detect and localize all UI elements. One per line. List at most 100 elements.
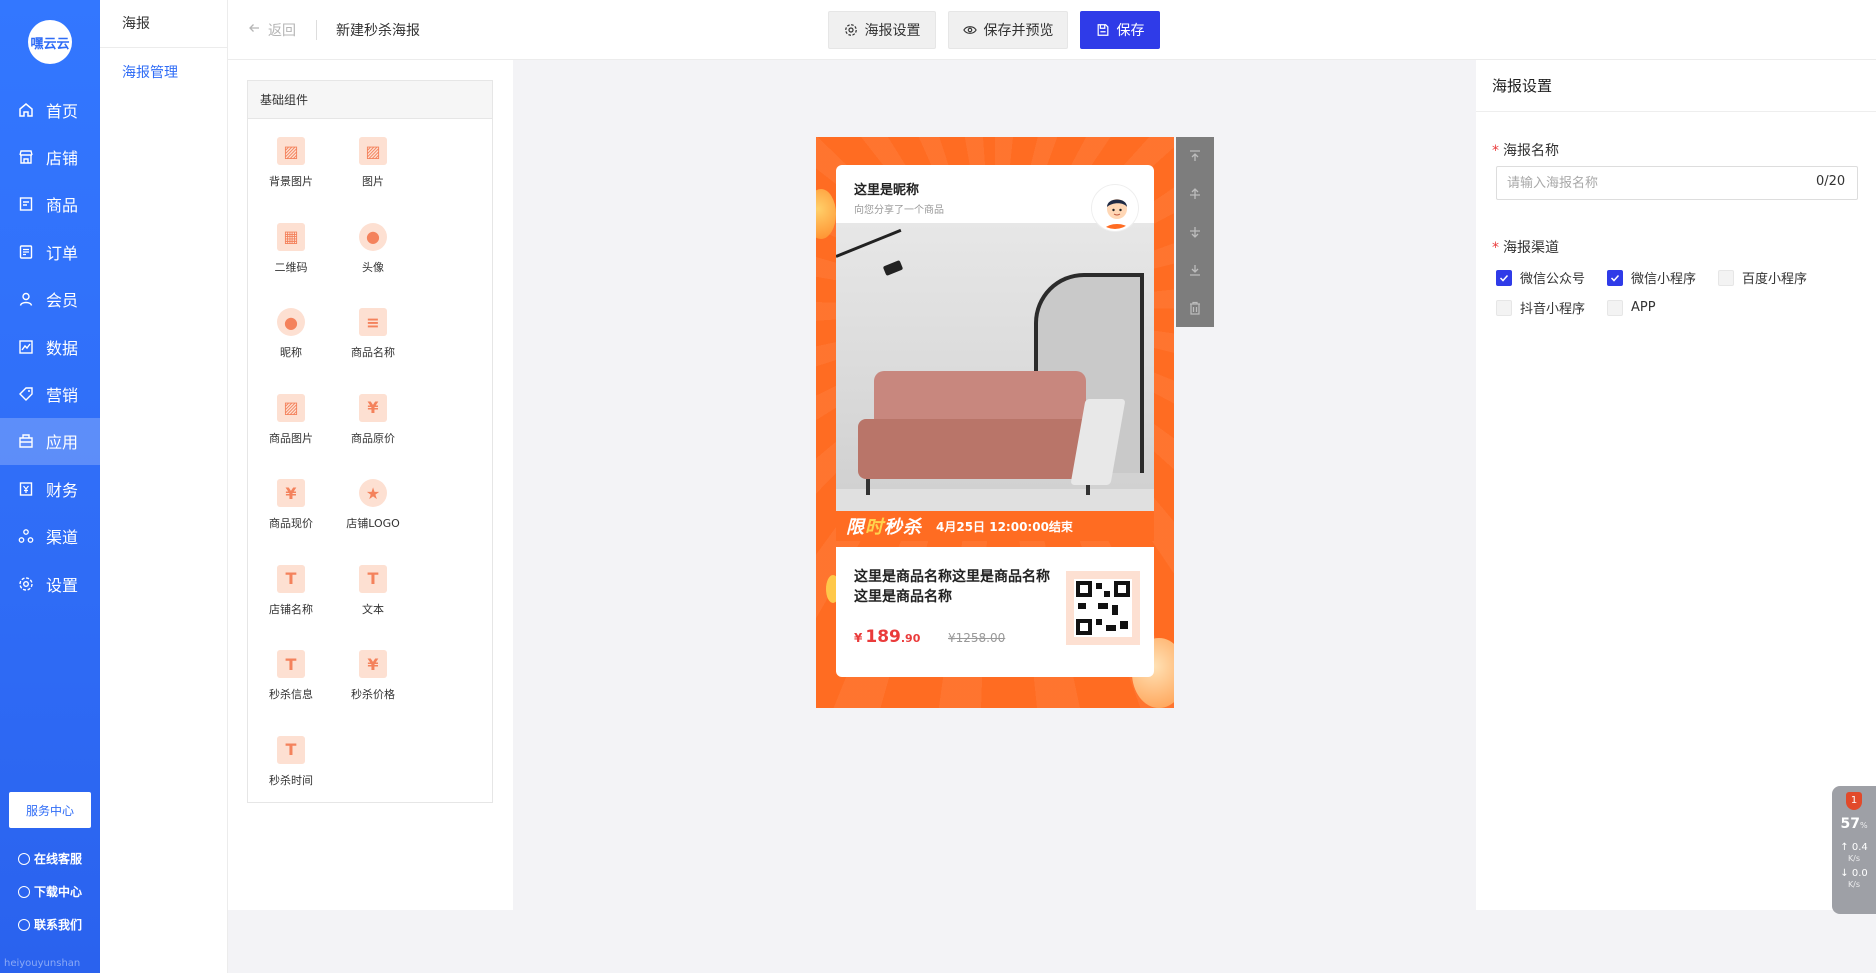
poster-name-input[interactable] [1496, 166, 1858, 200]
component-item[interactable]: ▦ 二维码 [250, 222, 332, 309]
component-item[interactable]: ▨ 商品图片 [250, 393, 332, 480]
component-item[interactable]: T 秒杀时间 [250, 735, 332, 822]
component-icon: ● [277, 308, 305, 336]
cpu-percent: 57% [1840, 816, 1868, 832]
subnav-item-poster-manage[interactable]: 海报管理 [100, 48, 227, 98]
poster-nickname[interactable]: 这里是昵称 [854, 179, 919, 198]
component-area: 基础组件 ▨ 背景图片 ▨ 图片 ▦ 二维码 ● 头像 ● 昵称 ≡ 商品名称 ▨ 商品图片 ¥ 商品原价 ¥ 商… [228, 60, 513, 910]
nav-item-member[interactable]: 会员 [0, 276, 100, 323]
lamp-illustration [836, 228, 902, 258]
component-item[interactable]: T 秒杀信息 [250, 650, 332, 736]
nav-item-finance[interactable]: 财务 [0, 465, 100, 512]
brand-logo[interactable]: 嘿云云 [28, 20, 72, 64]
nav-item-label: 订单 [46, 243, 79, 263]
poster-qrcode[interactable] [1066, 571, 1140, 645]
download-center-link[interactable]: 下载中心 [18, 875, 82, 908]
poster-goods-name[interactable]: 这里是商品名称这里是商品名称这里是商品名称 [854, 567, 1058, 607]
main-sidebar: 嘿云云 首页 店铺 商品 订单 会员 数据 营销 应用 财务 渠道 设置 服务中… [0, 0, 100, 973]
component-label: 图片 [362, 175, 384, 188]
button-label: 海报设置 [864, 23, 921, 39]
sofa-seat [858, 419, 1100, 479]
floor [836, 489, 1154, 511]
channel-label: 抖音小程序 [1520, 302, 1586, 317]
checkbox-unchecked-icon [1496, 299, 1512, 316]
online-service-link[interactable]: 在线客服 [18, 842, 82, 875]
component-item[interactable]: ★ 店铺LOGO [332, 479, 414, 565]
component-item[interactable]: ● 头像 [332, 222, 414, 309]
poster-settings-button[interactable]: 海报设置 [828, 11, 936, 49]
poster-flash-price[interactable]: ¥ 189 .90 [854, 627, 920, 647]
nav-item-channel[interactable]: 渠道 [0, 513, 100, 560]
component-item[interactable]: ▨ 图片 [332, 137, 414, 223]
component-item[interactable]: T 店铺名称 [250, 564, 332, 651]
component-panel: 基础组件 ▨ 背景图片 ▨ 图片 ▦ 二维码 ● 头像 ● 昵称 ≡ 商品名称 ▨ 商品图片 ¥ 商品原价 ¥ 商… [247, 80, 493, 803]
nav-item-label: 设置 [46, 575, 79, 595]
move-top-icon[interactable] [1176, 137, 1214, 175]
component-item[interactable]: T 文本 [332, 564, 414, 651]
move-down-icon[interactable] [1176, 213, 1214, 251]
nav-item-label: 应用 [46, 433, 79, 453]
component-icon: ≡ [359, 308, 387, 336]
component-item[interactable]: ¥ 秒杀价格 [332, 650, 414, 736]
move-bottom-icon[interactable] [1176, 251, 1214, 289]
nav-item-order[interactable]: 订单 [0, 228, 100, 275]
component-label: 商品名称 [351, 346, 395, 359]
link-label: 下载中心 [34, 885, 83, 899]
poster-goods-image[interactable] [836, 223, 1154, 511]
nav-item-settings[interactable]: 设置 [0, 560, 100, 607]
component-item[interactable]: ≡ 商品名称 [332, 308, 414, 394]
arrow-left-icon [248, 22, 260, 38]
poster-goods-card: 这里是商品名称这里是商品名称这里是商品名称 ¥ 189 .90 ¥1258.00 [836, 547, 1154, 677]
flash-sale-bar[interactable]: 限时秒杀 4月25日 12:00:00结束 [836, 511, 1154, 541]
save-button[interactable]: 保存 [1080, 11, 1160, 49]
move-up-icon[interactable] [1176, 175, 1214, 213]
channel-label: 微信小程序 [1631, 272, 1697, 287]
component-icon: ▦ [277, 222, 305, 251]
component-item[interactable]: ▨ 背景图片 [250, 137, 332, 223]
back-button[interactable]: 返回 [248, 20, 296, 40]
channel-label: APP [1631, 300, 1656, 315]
channel-checkbox[interactable]: 百度小程序 [1718, 268, 1807, 287]
component-item[interactable]: ¥ 商品现价 [250, 479, 332, 565]
download-speed: ↓ 0.0 K/s [1840, 868, 1868, 889]
nav-item-goods[interactable]: 商品 [0, 181, 100, 228]
nav-item-label: 渠道 [46, 528, 79, 548]
price-currency: ¥ [854, 631, 863, 645]
component-item[interactable]: ¥ 商品原价 [332, 393, 414, 480]
main-nav: 首页 店铺 商品 订单 会员 数据 营销 应用 财务 渠道 设置 [0, 86, 100, 607]
nav-item-app[interactable]: 应用 [0, 417, 100, 466]
link-label: 联系我们 [34, 918, 83, 932]
service-center-button[interactable]: 服务中心 [9, 792, 91, 828]
contact-us-link[interactable]: 联系我们 [18, 908, 82, 941]
nav-item-marketing[interactable]: 营销 [0, 370, 100, 417]
poster-share-text[interactable]: 向您分享了一个商品 [854, 201, 944, 216]
home-icon [18, 102, 34, 118]
nav-item-label: 会员 [46, 291, 79, 311]
channel-checkbox[interactable]: APP [1607, 298, 1656, 317]
poster-original-price[interactable]: ¥1258.00 [948, 631, 1005, 645]
component-label: 商品现价 [269, 517, 313, 530]
component-label: 秒杀价格 [351, 688, 395, 701]
component-icon: ★ [359, 479, 387, 507]
save-and-preview-button[interactable]: 保存并预览 [948, 11, 1068, 49]
brand-footer: heiyouyunshan [4, 958, 81, 969]
component-label: 二维码 [274, 260, 308, 274]
service-icon [18, 852, 30, 865]
channel-checkbox[interactable]: 抖音小程序 [1496, 298, 1585, 317]
network-speed-widget[interactable]: 1 57% ↑ 0.4 K/s ↓ 0.0 K/s [1832, 786, 1876, 914]
delete-icon[interactable] [1176, 289, 1214, 327]
nav-item-store[interactable]: 店铺 [0, 133, 100, 180]
channel-checkbox[interactable]: 微信公众号 [1496, 268, 1585, 287]
channel-label: 微信公众号 [1520, 272, 1586, 287]
back-label: 返回 [268, 23, 296, 39]
checkbox-checked-icon [1496, 269, 1512, 286]
channel-label: 百度小程序 [1742, 272, 1808, 287]
nav-item-home[interactable]: 首页 [0, 86, 100, 133]
component-icon: ▨ [277, 137, 305, 165]
component-icon: T [359, 564, 387, 593]
poster-preview[interactable]: 这里是昵称 向您分享了一个商品 限时秒杀 4月25日 12:00:00结束 这里… [816, 137, 1174, 708]
poster-avatar[interactable] [1092, 185, 1138, 231]
component-item[interactable]: ● 昵称 [250, 308, 332, 394]
nav-item-data[interactable]: 数据 [0, 323, 100, 370]
channel-checkbox[interactable]: 微信小程序 [1607, 268, 1696, 287]
